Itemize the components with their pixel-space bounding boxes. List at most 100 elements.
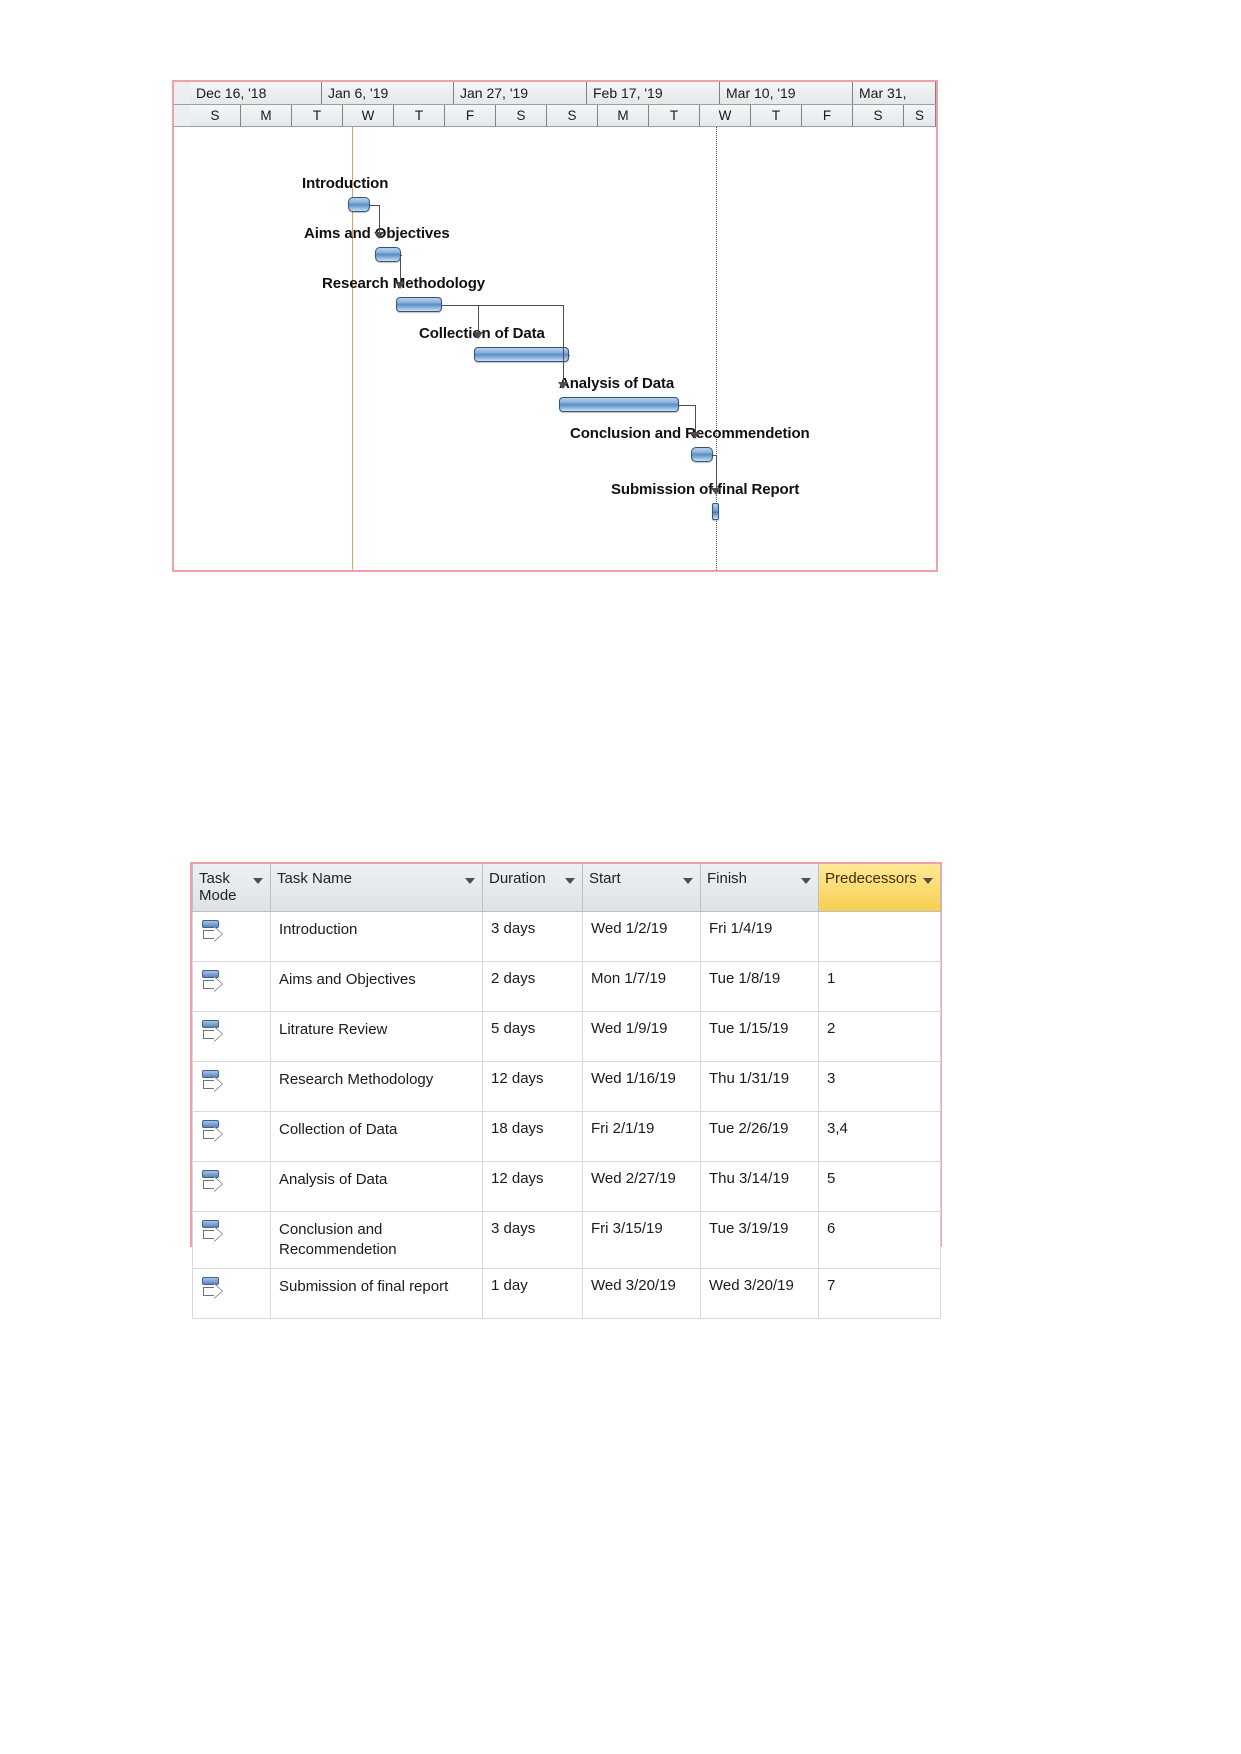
cell-text: Thu 1/31/19 xyxy=(709,1069,790,1087)
gantt-chart-panel: Dec 16, '18 Jan 6, '19 Jan 27, '19 Feb 17, … xyxy=(172,80,938,572)
cell-task-mode[interactable] xyxy=(192,1110,271,1162)
table-row[interactable]: Introduction 3 days Wed 1/2/19 Fri 1/4/19 xyxy=(192,910,941,962)
chevron-down-icon[interactable] xyxy=(801,878,811,884)
cell-pred[interactable]: 2 xyxy=(818,1010,941,1062)
cell-task-mode[interactable] xyxy=(192,1060,271,1112)
column-header-label: Task Name xyxy=(277,870,353,887)
cell-text: Conclusion and Recommendetion xyxy=(279,1220,397,1258)
timescale-day-cell: T xyxy=(751,105,802,126)
chevron-down-icon[interactable] xyxy=(565,878,575,884)
cell-start[interactable]: Wed 1/16/19 xyxy=(582,1060,701,1112)
cell-finish[interactable]: Fri 1/4/19 xyxy=(700,910,819,962)
cell-name[interactable]: Aims and Objectives xyxy=(270,960,483,1012)
chevron-down-icon[interactable] xyxy=(465,878,475,884)
cell-text: Fri 3/15/19 xyxy=(591,1219,663,1237)
gantt-task-bar[interactable] xyxy=(396,297,442,312)
gantt-link-arrow-icon xyxy=(558,382,568,389)
timescale-day-cell: S xyxy=(547,105,598,126)
cell-duration[interactable]: 3 days xyxy=(482,910,583,962)
cell-finish[interactable]: Thu 3/14/19 xyxy=(700,1160,819,1212)
gantt-link-segment xyxy=(478,305,479,333)
table-row[interactable]: Conclusion and Recommendetion 3 days Fri 3… xyxy=(192,1210,941,1269)
gantt-task-bar[interactable] xyxy=(375,247,401,262)
cell-name[interactable]: Research Methodology xyxy=(270,1060,483,1112)
cell-pred[interactable]: 3,4 xyxy=(818,1110,941,1162)
column-header-pred[interactable]: Predecessors xyxy=(818,864,941,912)
cell-start[interactable]: Wed 2/27/19 xyxy=(582,1160,701,1212)
cell-pred[interactable]: 6 xyxy=(818,1210,941,1269)
cell-pred[interactable]: 7 xyxy=(818,1268,941,1319)
cell-duration[interactable]: 12 days xyxy=(482,1160,583,1212)
chevron-down-icon[interactable] xyxy=(923,878,933,884)
cell-finish[interactable]: Tue 1/15/19 xyxy=(700,1010,819,1062)
cell-start[interactable]: Fri 3/15/19 xyxy=(582,1210,701,1269)
gantt-task-bar[interactable] xyxy=(712,503,719,520)
table-row[interactable]: Research Methodology 12 days Wed 1/16/19 Th… xyxy=(192,1060,941,1112)
cell-start[interactable]: Mon 1/7/19 xyxy=(582,960,701,1012)
cell-duration[interactable]: 18 days xyxy=(482,1110,583,1162)
cell-pred[interactable]: 3 xyxy=(818,1060,941,1112)
cell-finish[interactable]: Tue 1/8/19 xyxy=(700,960,819,1012)
column-header-duration[interactable]: Duration xyxy=(482,864,583,912)
cell-task-mode[interactable] xyxy=(192,1210,271,1269)
gantt-task-bar[interactable] xyxy=(474,347,569,362)
timescale-day-cell: S xyxy=(904,105,936,126)
gantt-link-segment xyxy=(442,305,563,306)
table-row[interactable]: Analysis of Data 12 days Wed 2/27/19 Thu 3/… xyxy=(192,1160,941,1212)
gantt-task-bar[interactable] xyxy=(348,197,370,212)
cell-name[interactable]: Conclusion and Recommendetion xyxy=(270,1210,483,1269)
cell-duration[interactable]: 2 days xyxy=(482,960,583,1012)
cell-duration[interactable]: 5 days xyxy=(482,1010,583,1062)
chevron-down-icon[interactable] xyxy=(253,878,263,884)
cell-finish[interactable]: Tue 3/19/19 xyxy=(700,1210,819,1269)
cell-start[interactable]: Wed 1/2/19 xyxy=(582,910,701,962)
cell-duration[interactable]: 3 days xyxy=(482,1210,583,1269)
chevron-down-icon[interactable] xyxy=(683,878,693,884)
cell-finish[interactable]: Wed 3/20/19 xyxy=(700,1268,819,1319)
cell-text: 7 xyxy=(827,1277,836,1294)
cell-pred[interactable] xyxy=(818,910,941,962)
gantt-link-arrow-icon xyxy=(711,488,721,495)
timescale-week-cell: Mar 10, '19 xyxy=(720,82,853,104)
gantt-link-segment xyxy=(379,205,380,233)
table-row[interactable]: Collection of Data 18 days Fri 2/1/19 Tue 2… xyxy=(192,1110,941,1162)
cell-name[interactable]: Introduction xyxy=(270,910,483,962)
cell-text: 5 xyxy=(827,1169,836,1187)
table-row[interactable]: Submission of final report 1 day Wed 3/20/… xyxy=(192,1268,941,1319)
column-header-mode[interactable]: Task Mode xyxy=(192,864,271,912)
gantt-gridline-major xyxy=(352,127,353,570)
gantt-task-bar[interactable] xyxy=(559,397,679,412)
cell-pred[interactable]: 1 xyxy=(818,960,941,1012)
cell-task-mode[interactable] xyxy=(192,960,271,1012)
column-header-start[interactable]: Start xyxy=(582,864,701,912)
cell-task-mode[interactable] xyxy=(192,1268,271,1319)
gantt-task-bar[interactable] xyxy=(691,447,713,462)
cell-pred[interactable]: 5 xyxy=(818,1160,941,1212)
cell-name[interactable]: Analysis of Data xyxy=(270,1160,483,1212)
cell-start[interactable]: Fri 2/1/19 xyxy=(582,1110,701,1162)
column-header-name[interactable]: Task Name xyxy=(270,864,483,912)
timescale-day-cell: F xyxy=(802,105,853,126)
table-row[interactable]: Aims and Objectives 2 days Mon 1/7/19 Tue 1… xyxy=(192,960,941,1012)
cell-text: Aims and Objectives xyxy=(279,970,416,988)
cell-start[interactable]: Wed 1/9/19 xyxy=(582,1010,701,1062)
cell-name[interactable]: Submission of final report xyxy=(270,1268,483,1319)
cell-finish[interactable]: Tue 2/26/19 xyxy=(700,1110,819,1162)
gantt-bar-label: Submission of final Report xyxy=(611,481,800,498)
timescale-day-cell: S xyxy=(496,105,547,126)
cell-start[interactable]: Wed 3/20/19 xyxy=(582,1268,701,1319)
column-header-label: Task Mode xyxy=(199,870,237,905)
cell-name[interactable]: Collection of Data xyxy=(270,1110,483,1162)
cell-text: 3 xyxy=(827,1069,836,1087)
cell-text: Tue 3/19/19 xyxy=(709,1219,789,1237)
cell-finish[interactable]: Thu 1/31/19 xyxy=(700,1060,819,1112)
table-row[interactable]: Litrature Review 5 days Wed 1/9/19 Tue 1/15… xyxy=(192,1010,941,1062)
column-header-finish[interactable]: Finish xyxy=(700,864,819,912)
cell-task-mode[interactable] xyxy=(192,910,271,962)
timescale-day-cell: T xyxy=(649,105,700,126)
cell-duration[interactable]: 12 days xyxy=(482,1060,583,1112)
cell-name[interactable]: Litrature Review xyxy=(270,1010,483,1062)
cell-task-mode[interactable] xyxy=(192,1160,271,1212)
cell-task-mode[interactable] xyxy=(192,1010,271,1062)
cell-duration[interactable]: 1 day xyxy=(482,1268,583,1319)
